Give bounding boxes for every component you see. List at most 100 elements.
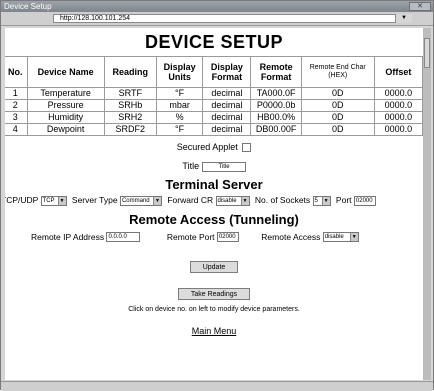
device-table: No. Device Name Reading Display Units Di…	[5, 56, 423, 136]
table-cell: TA000.0F	[250, 87, 302, 100]
table-cell: Pressure	[26, 99, 105, 112]
terminal-server-row: TCP/UDP TCP▼ Server Type Command▼ Forwar…	[5, 195, 423, 206]
remote-access-label: Remote Access	[261, 231, 321, 242]
table-cell: %	[155, 111, 204, 124]
remote-ip-label: Remote IP Address	[31, 231, 105, 242]
table-row: 2 Pressure SRHb mbar decimal P0000.0b 0D…	[5, 99, 423, 112]
remote-port-input[interactable]: 02000	[216, 232, 239, 243]
table-cell: SRH2	[103, 111, 158, 124]
address-bar: http://128.100.101.254 ▼	[1, 12, 433, 26]
terminal-server-heading: Terminal Server	[165, 176, 263, 192]
table-cell: HB00.0%	[250, 111, 302, 124]
chevron-down-icon[interactable]: ▼	[395, 14, 412, 23]
forward-cr-label: Forward CR	[167, 194, 214, 205]
url-field[interactable]: http://128.100.101.254	[53, 14, 411, 23]
table-cell: decimal	[202, 111, 252, 124]
tcpudp-value: TCP	[42, 197, 55, 204]
server-type-select[interactable]: Command ▼	[119, 195, 162, 206]
main-menu-row: Main Menu	[5, 321, 423, 339]
title-label: Title	[182, 161, 200, 172]
remote-port-value: 02000	[218, 234, 236, 241]
take-readings-button[interactable]: Take Readings	[177, 288, 251, 301]
chevron-down-icon: ▼	[321, 196, 330, 205]
page-content: DEVICE SETUP No. Device Name Reading Dis…	[5, 28, 423, 380]
device-no-link[interactable]: 2	[5, 99, 28, 112]
table-cell: 0000.0	[373, 99, 423, 112]
col-device-name: Device Name	[26, 56, 105, 88]
main-menu-link[interactable]: Main Menu	[192, 326, 237, 336]
table-cell: Humidity	[26, 111, 105, 124]
table-cell: 0D	[300, 111, 375, 124]
remote-access-heading: Remote Access (Tunneling)	[129, 211, 299, 227]
secured-applet-label: Secured Applet	[176, 142, 238, 152]
table-row: 1 Temperature SRTF °F decimal TA000.0F 0…	[5, 87, 423, 100]
col-no: No.	[5, 56, 28, 88]
port-input-value: 02000	[355, 197, 373, 204]
col-reading: Reading	[103, 56, 158, 88]
table-cell: 0D	[300, 123, 375, 136]
chevron-down-icon: ▼	[240, 196, 249, 205]
title-row: Title Title	[5, 161, 423, 172]
tcpudp-label: TCP/UDP	[5, 194, 39, 205]
remote-port-label: Remote Port	[166, 231, 215, 242]
remote-access-select[interactable]: disable ▼	[322, 232, 359, 243]
sockets-label: No. of Sockets	[254, 194, 311, 205]
table-header-row: No. Device Name Reading Display Units Di…	[5, 56, 423, 88]
device-no-link[interactable]: 4	[5, 123, 28, 136]
table-cell: 0000.0	[373, 87, 423, 100]
secured-applet-checkbox[interactable]	[242, 143, 252, 153]
window-titlebar: Device Setup ✕	[1, 1, 433, 12]
sockets-value: 5	[314, 197, 318, 204]
window-title: Device Setup	[4, 2, 52, 11]
server-type-label: Server Type	[71, 194, 118, 205]
table-cell: 0000.0	[373, 111, 423, 124]
device-no-link[interactable]: 3	[5, 111, 28, 124]
title-input-value: Title	[218, 163, 230, 170]
table-cell: 0000.0	[373, 123, 423, 136]
table-row: 3 Humidity SRH2 % decimal HB00.0% 0D 000…	[5, 111, 423, 124]
table-cell: °F	[155, 87, 204, 100]
take-readings-row: Take Readings	[5, 283, 423, 301]
port-input[interactable]: 02000	[353, 195, 376, 206]
table-cell: decimal	[202, 123, 252, 136]
table-cell: SRTF	[103, 87, 158, 100]
table-cell: decimal	[202, 99, 252, 112]
vertical-scrollbar[interactable]	[423, 28, 431, 380]
remote-access-value: disable	[324, 234, 344, 241]
update-row: Update	[5, 256, 423, 274]
table-cell: P0000.0b	[250, 99, 302, 112]
scrollbar-thumb[interactable]	[424, 38, 430, 68]
table-cell: 0D	[300, 99, 375, 112]
table-row: 4 Dewpoint SRDF2 °F decimal DB00.00F 0D …	[5, 123, 423, 136]
col-display-format: Display Format	[202, 56, 252, 88]
hint-text: Click on device no. on left to modify de…	[128, 306, 300, 314]
remote-ip-value: 0.0.0.0	[108, 234, 127, 241]
col-display-units: Display Units	[155, 56, 204, 88]
col-offset: Offset	[373, 56, 423, 88]
remote-ip-input[interactable]: 0.0.0.0	[106, 232, 141, 243]
close-icon[interactable]: ✕	[409, 2, 431, 11]
sockets-select[interactable]: 5 ▼	[312, 195, 331, 206]
server-type-value: Command	[121, 197, 150, 204]
secured-applet-row: Secured Applet	[5, 142, 423, 153]
table-cell: Temperature	[26, 87, 105, 100]
table-cell: Dewpoint	[26, 123, 105, 136]
table-cell: °F	[155, 123, 204, 136]
table-cell: SRHb	[103, 99, 158, 112]
chevron-down-icon: ▼	[349, 233, 358, 242]
forward-cr-select[interactable]: disable ▼	[215, 195, 250, 206]
page-title: DEVICE SETUP	[144, 32, 284, 52]
remote-access-row: Remote IP Address 0.0.0.0 Remote Port 02…	[31, 232, 423, 243]
col-remote-end-char: Remote End Char (HEX)	[300, 56, 375, 88]
update-button[interactable]: Update	[189, 261, 239, 274]
title-input[interactable]: Title	[201, 161, 246, 172]
url-text: http://128.100.101.254	[60, 15, 131, 22]
browser-window: Device Setup ✕ http://128.100.101.254 ▼ …	[0, 0, 434, 391]
tcpudp-select[interactable]: TCP ▼	[40, 195, 67, 206]
device-no-link[interactable]: 1	[5, 87, 28, 100]
table-cell: 0D	[300, 87, 375, 100]
table-cell: SRDF2	[103, 123, 158, 136]
table-cell: decimal	[202, 87, 252, 100]
table-cell: mbar	[155, 99, 204, 112]
table-cell: DB00.00F	[250, 123, 302, 136]
